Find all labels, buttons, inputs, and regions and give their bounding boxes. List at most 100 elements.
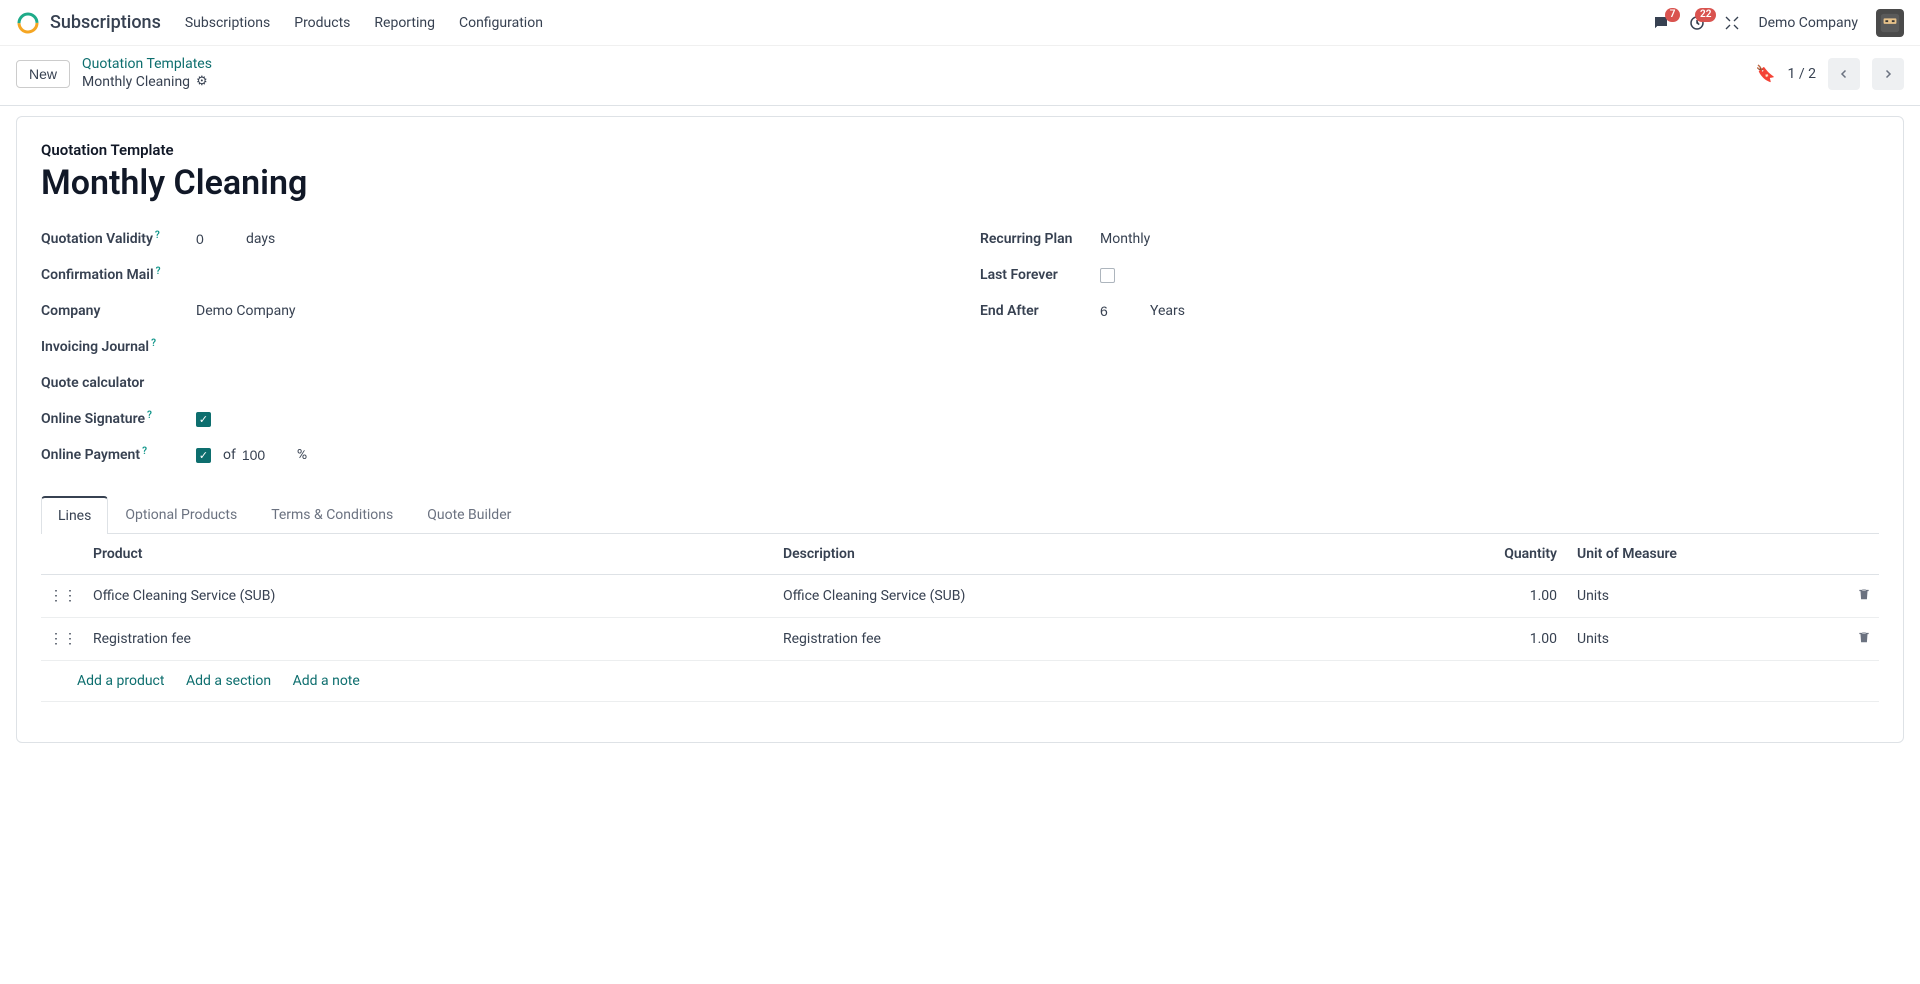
add-product-link[interactable]: Add a product bbox=[77, 673, 164, 689]
new-button[interactable]: New bbox=[16, 60, 70, 88]
help-icon[interactable]: ? bbox=[156, 266, 161, 277]
pager-text: 1 / 2 bbox=[1788, 66, 1816, 82]
label-online-signature: Online Signature ? bbox=[41, 411, 196, 427]
row-company: Company Demo Company bbox=[41, 293, 940, 329]
avatar-icon bbox=[1879, 12, 1901, 34]
cell-product[interactable]: Office Cleaning Service (SUB) bbox=[85, 575, 775, 618]
table-row[interactable]: ⋮⋮ Office Cleaning Service (SUB) Office … bbox=[41, 575, 1879, 618]
drag-handle-icon[interactable]: ⋮⋮ bbox=[41, 618, 85, 661]
row-invoicing-journal: Invoicing Journal ? bbox=[41, 329, 940, 365]
col-description[interactable]: Description bbox=[775, 534, 1465, 575]
help-icon[interactable]: ? bbox=[151, 338, 156, 349]
cell-uom[interactable]: Units bbox=[1565, 618, 1845, 661]
table-row[interactable]: ⋮⋮ Registration fee Registration fee 1.0… bbox=[41, 618, 1879, 661]
chevron-right-icon bbox=[1882, 68, 1894, 80]
tabs: Lines Optional Products Terms & Conditio… bbox=[41, 495, 1879, 534]
row-recurring-plan: Recurring Plan Monthly bbox=[980, 221, 1879, 257]
label-company: Company bbox=[41, 303, 196, 319]
label-last-forever: Last Forever bbox=[980, 267, 1100, 283]
nav-reporting[interactable]: Reporting bbox=[374, 15, 435, 31]
lines-table: Product Description Quantity Unit of Mea… bbox=[41, 534, 1879, 702]
checkbox-last-forever[interactable] bbox=[1100, 268, 1115, 283]
input-end-after[interactable] bbox=[1100, 303, 1140, 319]
control-panel: New Quotation Templates Monthly Cleaning… bbox=[0, 46, 1920, 106]
label-end-after: End After bbox=[980, 303, 1100, 319]
breadcrumb-current-text: Monthly Cleaning bbox=[82, 74, 190, 92]
row-end-after: End After Years bbox=[980, 293, 1879, 329]
cell-uom[interactable]: Units bbox=[1565, 575, 1845, 618]
tools-icon bbox=[1724, 15, 1740, 31]
drag-handle-icon[interactable]: ⋮⋮ bbox=[41, 575, 85, 618]
tab-lines[interactable]: Lines bbox=[41, 496, 108, 534]
label-invoicing-journal: Invoicing Journal ? bbox=[41, 339, 196, 355]
col-uom[interactable]: Unit of Measure bbox=[1565, 534, 1845, 575]
row-quotation-validity: Quotation Validity ? days bbox=[41, 221, 940, 257]
cell-quantity[interactable]: 1.00 bbox=[1465, 575, 1565, 618]
input-online-payment-pct[interactable] bbox=[242, 447, 277, 463]
label-quotation-validity: Quotation Validity ? bbox=[41, 231, 196, 247]
debug-button[interactable] bbox=[1724, 15, 1740, 31]
row-online-signature: Online Signature ? ✓ bbox=[41, 401, 940, 437]
form-col-left: Quotation Validity ? days Confirmation M… bbox=[41, 221, 940, 473]
row-last-forever: Last Forever bbox=[980, 257, 1879, 293]
delete-row-button[interactable] bbox=[1845, 575, 1879, 618]
label-confirmation-mail: Confirmation Mail ? bbox=[41, 267, 196, 283]
messaging-button[interactable]: 7 bbox=[1652, 14, 1670, 32]
nav-configuration[interactable]: Configuration bbox=[459, 15, 543, 31]
app-title[interactable]: Subscriptions bbox=[50, 12, 161, 33]
nav-right: 7 22 Demo Company bbox=[1652, 9, 1904, 37]
value-company[interactable]: Demo Company bbox=[196, 303, 296, 319]
toolbar-right: 🔖 1 / 2 bbox=[1756, 58, 1904, 90]
add-row: Add a product Add a section Add a note bbox=[41, 661, 1879, 702]
checkbox-online-payment[interactable]: ✓ bbox=[196, 448, 211, 463]
record-title[interactable]: Monthly Cleaning bbox=[41, 163, 1879, 203]
help-icon[interactable]: ? bbox=[142, 446, 147, 457]
checkbox-online-signature[interactable]: ✓ bbox=[196, 412, 211, 427]
cell-description[interactable]: Office Cleaning Service (SUB) bbox=[775, 575, 1465, 618]
gear-icon[interactable]: ⚙ bbox=[196, 74, 208, 90]
value-recurring-plan[interactable]: Monthly bbox=[1100, 231, 1150, 247]
label-online-payment: Online Payment ? bbox=[41, 447, 196, 463]
breadcrumb-current: Monthly Cleaning ⚙ bbox=[82, 74, 212, 92]
add-note-link[interactable]: Add a note bbox=[293, 673, 360, 689]
text-of: of bbox=[223, 447, 236, 463]
nav-links: Subscriptions Products Reporting Configu… bbox=[185, 15, 543, 31]
label-quote-calculator: Quote calculator bbox=[41, 375, 196, 391]
add-section-link[interactable]: Add a section bbox=[186, 673, 271, 689]
form-col-right: Recurring Plan Monthly Last Forever End … bbox=[980, 221, 1879, 473]
breadcrumb-parent[interactable]: Quotation Templates bbox=[82, 56, 212, 74]
label-recurring-plan: Recurring Plan bbox=[980, 231, 1100, 247]
bookmark-icon[interactable]: 🔖 bbox=[1756, 64, 1776, 83]
pager-next-button[interactable] bbox=[1872, 58, 1904, 90]
breadcrumb: Quotation Templates Monthly Cleaning ⚙ bbox=[82, 56, 212, 91]
user-avatar[interactable] bbox=[1876, 9, 1904, 37]
cell-description[interactable]: Registration fee bbox=[775, 618, 1465, 661]
tab-optional-products[interactable]: Optional Products bbox=[108, 496, 254, 534]
app-logo-icon bbox=[16, 11, 40, 35]
pager-prev-button[interactable] bbox=[1828, 58, 1860, 90]
trash-icon bbox=[1857, 587, 1871, 601]
col-product[interactable]: Product bbox=[85, 534, 775, 575]
activities-button[interactable]: 22 bbox=[1688, 14, 1706, 32]
form-sheet: Quotation Template Monthly Cleaning Quot… bbox=[16, 116, 1904, 743]
delete-row-button[interactable] bbox=[1845, 618, 1879, 661]
help-icon[interactable]: ? bbox=[155, 230, 160, 241]
chat-badge: 7 bbox=[1665, 8, 1681, 22]
input-quotation-validity[interactable] bbox=[196, 231, 236, 247]
nav-products[interactable]: Products bbox=[294, 15, 350, 31]
tab-quote-builder[interactable]: Quote Builder bbox=[410, 496, 528, 534]
chevron-left-icon bbox=[1838, 68, 1850, 80]
cell-quantity[interactable]: 1.00 bbox=[1465, 618, 1565, 661]
row-quote-calculator: Quote calculator bbox=[41, 365, 940, 401]
unit-percent: % bbox=[297, 447, 307, 463]
company-switcher[interactable]: Demo Company bbox=[1758, 15, 1858, 31]
activity-badge: 22 bbox=[1695, 8, 1716, 22]
cell-product[interactable]: Registration fee bbox=[85, 618, 775, 661]
form-grid: Quotation Validity ? days Confirmation M… bbox=[41, 221, 1879, 473]
tab-terms[interactable]: Terms & Conditions bbox=[254, 496, 410, 534]
col-quantity[interactable]: Quantity bbox=[1465, 534, 1565, 575]
row-online-payment: Online Payment ? ✓ of % bbox=[41, 437, 940, 473]
top-nav: Subscriptions Subscriptions Products Rep… bbox=[0, 0, 1920, 46]
nav-subscriptions[interactable]: Subscriptions bbox=[185, 15, 270, 31]
help-icon[interactable]: ? bbox=[147, 410, 152, 421]
